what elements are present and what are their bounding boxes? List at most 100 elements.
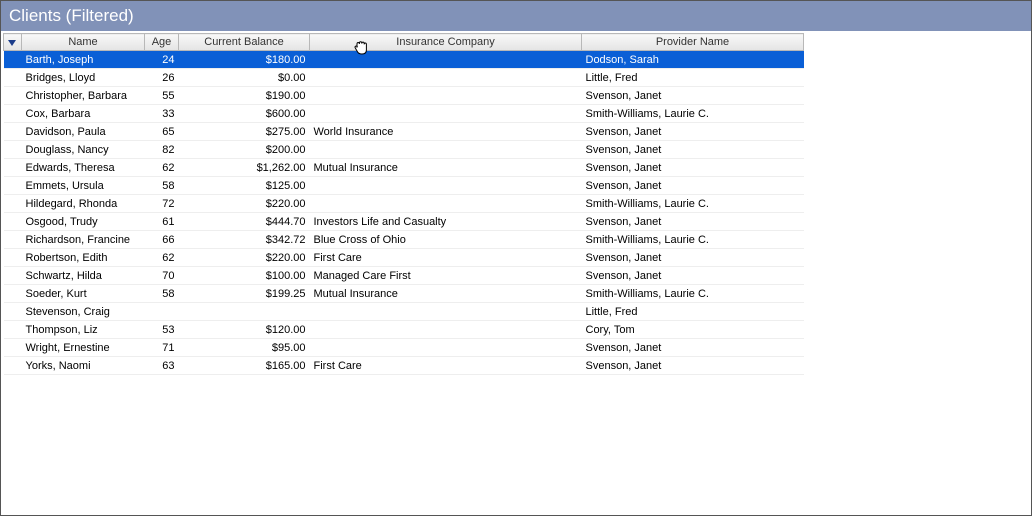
cell-provider: Svenson, Janet: [582, 177, 804, 195]
cell-provider: Svenson, Janet: [582, 123, 804, 141]
cell-balance: $100.00: [179, 267, 310, 285]
cell-age: 53: [145, 321, 179, 339]
cell-insurance: Investors Life and Casualty: [310, 213, 582, 231]
cell-name: Emmets, Ursula: [22, 177, 145, 195]
cell-age: 62: [145, 249, 179, 267]
header-label-age: Age: [152, 36, 172, 48]
cell-age: 72: [145, 195, 179, 213]
table-row[interactable]: Hildegard, Rhonda72$220.00Smith-Williams…: [4, 195, 804, 213]
cell-balance: $220.00: [179, 249, 310, 267]
cell-insurance: [310, 51, 582, 69]
cell-provider: Smith-Williams, Laurie C.: [582, 231, 804, 249]
cell-age: 65: [145, 123, 179, 141]
cell-balance: $200.00: [179, 141, 310, 159]
cell-name: Bridges, Lloyd: [22, 69, 145, 87]
cell-provider: Dodson, Sarah: [582, 51, 804, 69]
cell-balance: $600.00: [179, 105, 310, 123]
cell-name: Hildegard, Rhonda: [22, 195, 145, 213]
cell-name: Edwards, Theresa: [22, 159, 145, 177]
table-row[interactable]: Edwards, Theresa62$1,262.00Mutual Insura…: [4, 159, 804, 177]
table-row[interactable]: Yorks, Naomi63$165.00First CareSvenson, …: [4, 357, 804, 375]
cell-balance: $275.00: [179, 123, 310, 141]
table-row[interactable]: Emmets, Ursula58$125.00Svenson, Janet: [4, 177, 804, 195]
column-header-name[interactable]: Name: [22, 34, 145, 51]
cell-age: 33: [145, 105, 179, 123]
clients-table: Name Age Current Balance Insurance Compa…: [3, 33, 804, 375]
cell-name: Richardson, Francine: [22, 231, 145, 249]
header-label-insurance: Insurance Company: [396, 36, 494, 48]
window-titlebar[interactable]: Clients (Filtered): [1, 1, 1031, 31]
cell-balance: $125.00: [179, 177, 310, 195]
header-label-provider: Provider Name: [656, 36, 729, 48]
cell-provider: Smith-Williams, Laurie C.: [582, 195, 804, 213]
cell-age: 66: [145, 231, 179, 249]
table-row[interactable]: Wright, Ernestine71$95.00Svenson, Janet: [4, 339, 804, 357]
cell-marker: [4, 249, 22, 267]
table-row[interactable]: Cox, Barbara33$600.00Smith-Williams, Lau…: [4, 105, 804, 123]
table-row[interactable]: Stevenson, Craig Little, Fred: [4, 303, 804, 321]
cell-provider: Cory, Tom: [582, 321, 804, 339]
table-row[interactable]: Richardson, Francine66$342.72Blue Cross …: [4, 231, 804, 249]
cell-name: Stevenson, Craig: [22, 303, 145, 321]
table-row[interactable]: Bridges, Lloyd26$0.00Little, Fred: [4, 69, 804, 87]
header-label-name: Name: [68, 36, 97, 48]
column-header-provider[interactable]: Provider Name: [582, 34, 804, 51]
cell-provider: Svenson, Janet: [582, 249, 804, 267]
cell-age: 58: [145, 285, 179, 303]
sort-descending-icon: [7, 38, 17, 50]
cell-balance: $342.72: [179, 231, 310, 249]
cell-age: 82: [145, 141, 179, 159]
cell-age: 71: [145, 339, 179, 357]
cell-provider: Smith-Williams, Laurie C.: [582, 285, 804, 303]
table-row[interactable]: Osgood, Trudy61$444.70Investors Life and…: [4, 213, 804, 231]
cell-name: Barth, Joseph: [22, 51, 145, 69]
table-row[interactable]: Soeder, Kurt58$199.25Mutual InsuranceSmi…: [4, 285, 804, 303]
table-row[interactable]: Davidson, Paula65$275.00World InsuranceS…: [4, 123, 804, 141]
cell-insurance: World Insurance: [310, 123, 582, 141]
column-header-insurance[interactable]: Insurance Company: [310, 34, 582, 51]
cell-age: 70: [145, 267, 179, 285]
table-row[interactable]: Schwartz, Hilda70$100.00Managed Care Fir…: [4, 267, 804, 285]
cell-insurance: [310, 321, 582, 339]
cell-provider: Svenson, Janet: [582, 141, 804, 159]
cell-insurance: First Care: [310, 357, 582, 375]
cell-marker: [4, 51, 22, 69]
cell-provider: Svenson, Janet: [582, 213, 804, 231]
cell-balance: $190.00: [179, 87, 310, 105]
table-row[interactable]: Barth, Joseph24$180.00 Dodson, Sarah: [4, 51, 804, 69]
table-row[interactable]: Christopher, Barbara55$190.00Svenson, Ja…: [4, 87, 804, 105]
cell-provider: Little, Fred: [582, 303, 804, 321]
cell-balance: $444.70: [179, 213, 310, 231]
cell-age: 24: [145, 51, 179, 69]
cell-marker: [4, 231, 22, 249]
cell-insurance: Managed Care First: [310, 267, 582, 285]
cell-name: Robertson, Edith: [22, 249, 145, 267]
cell-balance: $0.00: [179, 69, 310, 87]
cell-insurance: [310, 141, 582, 159]
cell-insurance: [310, 177, 582, 195]
cell-age: 61: [145, 213, 179, 231]
cell-marker: [4, 177, 22, 195]
cell-name: Davidson, Paula: [22, 123, 145, 141]
cell-insurance: [310, 339, 582, 357]
cell-marker: [4, 213, 22, 231]
cell-marker: [4, 195, 22, 213]
cell-insurance: [310, 105, 582, 123]
cell-marker: [4, 339, 22, 357]
window-title: Clients (Filtered): [9, 6, 134, 26]
cell-age: 55: [145, 87, 179, 105]
cell-provider: Little, Fred: [582, 69, 804, 87]
column-header-balance[interactable]: Current Balance: [179, 34, 310, 51]
table-row[interactable]: Robertson, Edith62$220.00First CareSvens…: [4, 249, 804, 267]
cell-balance: $180.00: [179, 51, 310, 69]
table-row[interactable]: Thompson, Liz53$120.00Cory, Tom: [4, 321, 804, 339]
column-header-sort[interactable]: [4, 34, 22, 51]
cell-name: Soeder, Kurt: [22, 285, 145, 303]
cell-insurance: Mutual Insurance: [310, 159, 582, 177]
table-row[interactable]: Douglass, Nancy82$200.00Svenson, Janet: [4, 141, 804, 159]
cell-balance: $1,262.00: [179, 159, 310, 177]
cell-insurance: Mutual Insurance: [310, 285, 582, 303]
column-header-age[interactable]: Age: [145, 34, 179, 51]
cell-name: Cox, Barbara: [22, 105, 145, 123]
cell-marker: [4, 267, 22, 285]
